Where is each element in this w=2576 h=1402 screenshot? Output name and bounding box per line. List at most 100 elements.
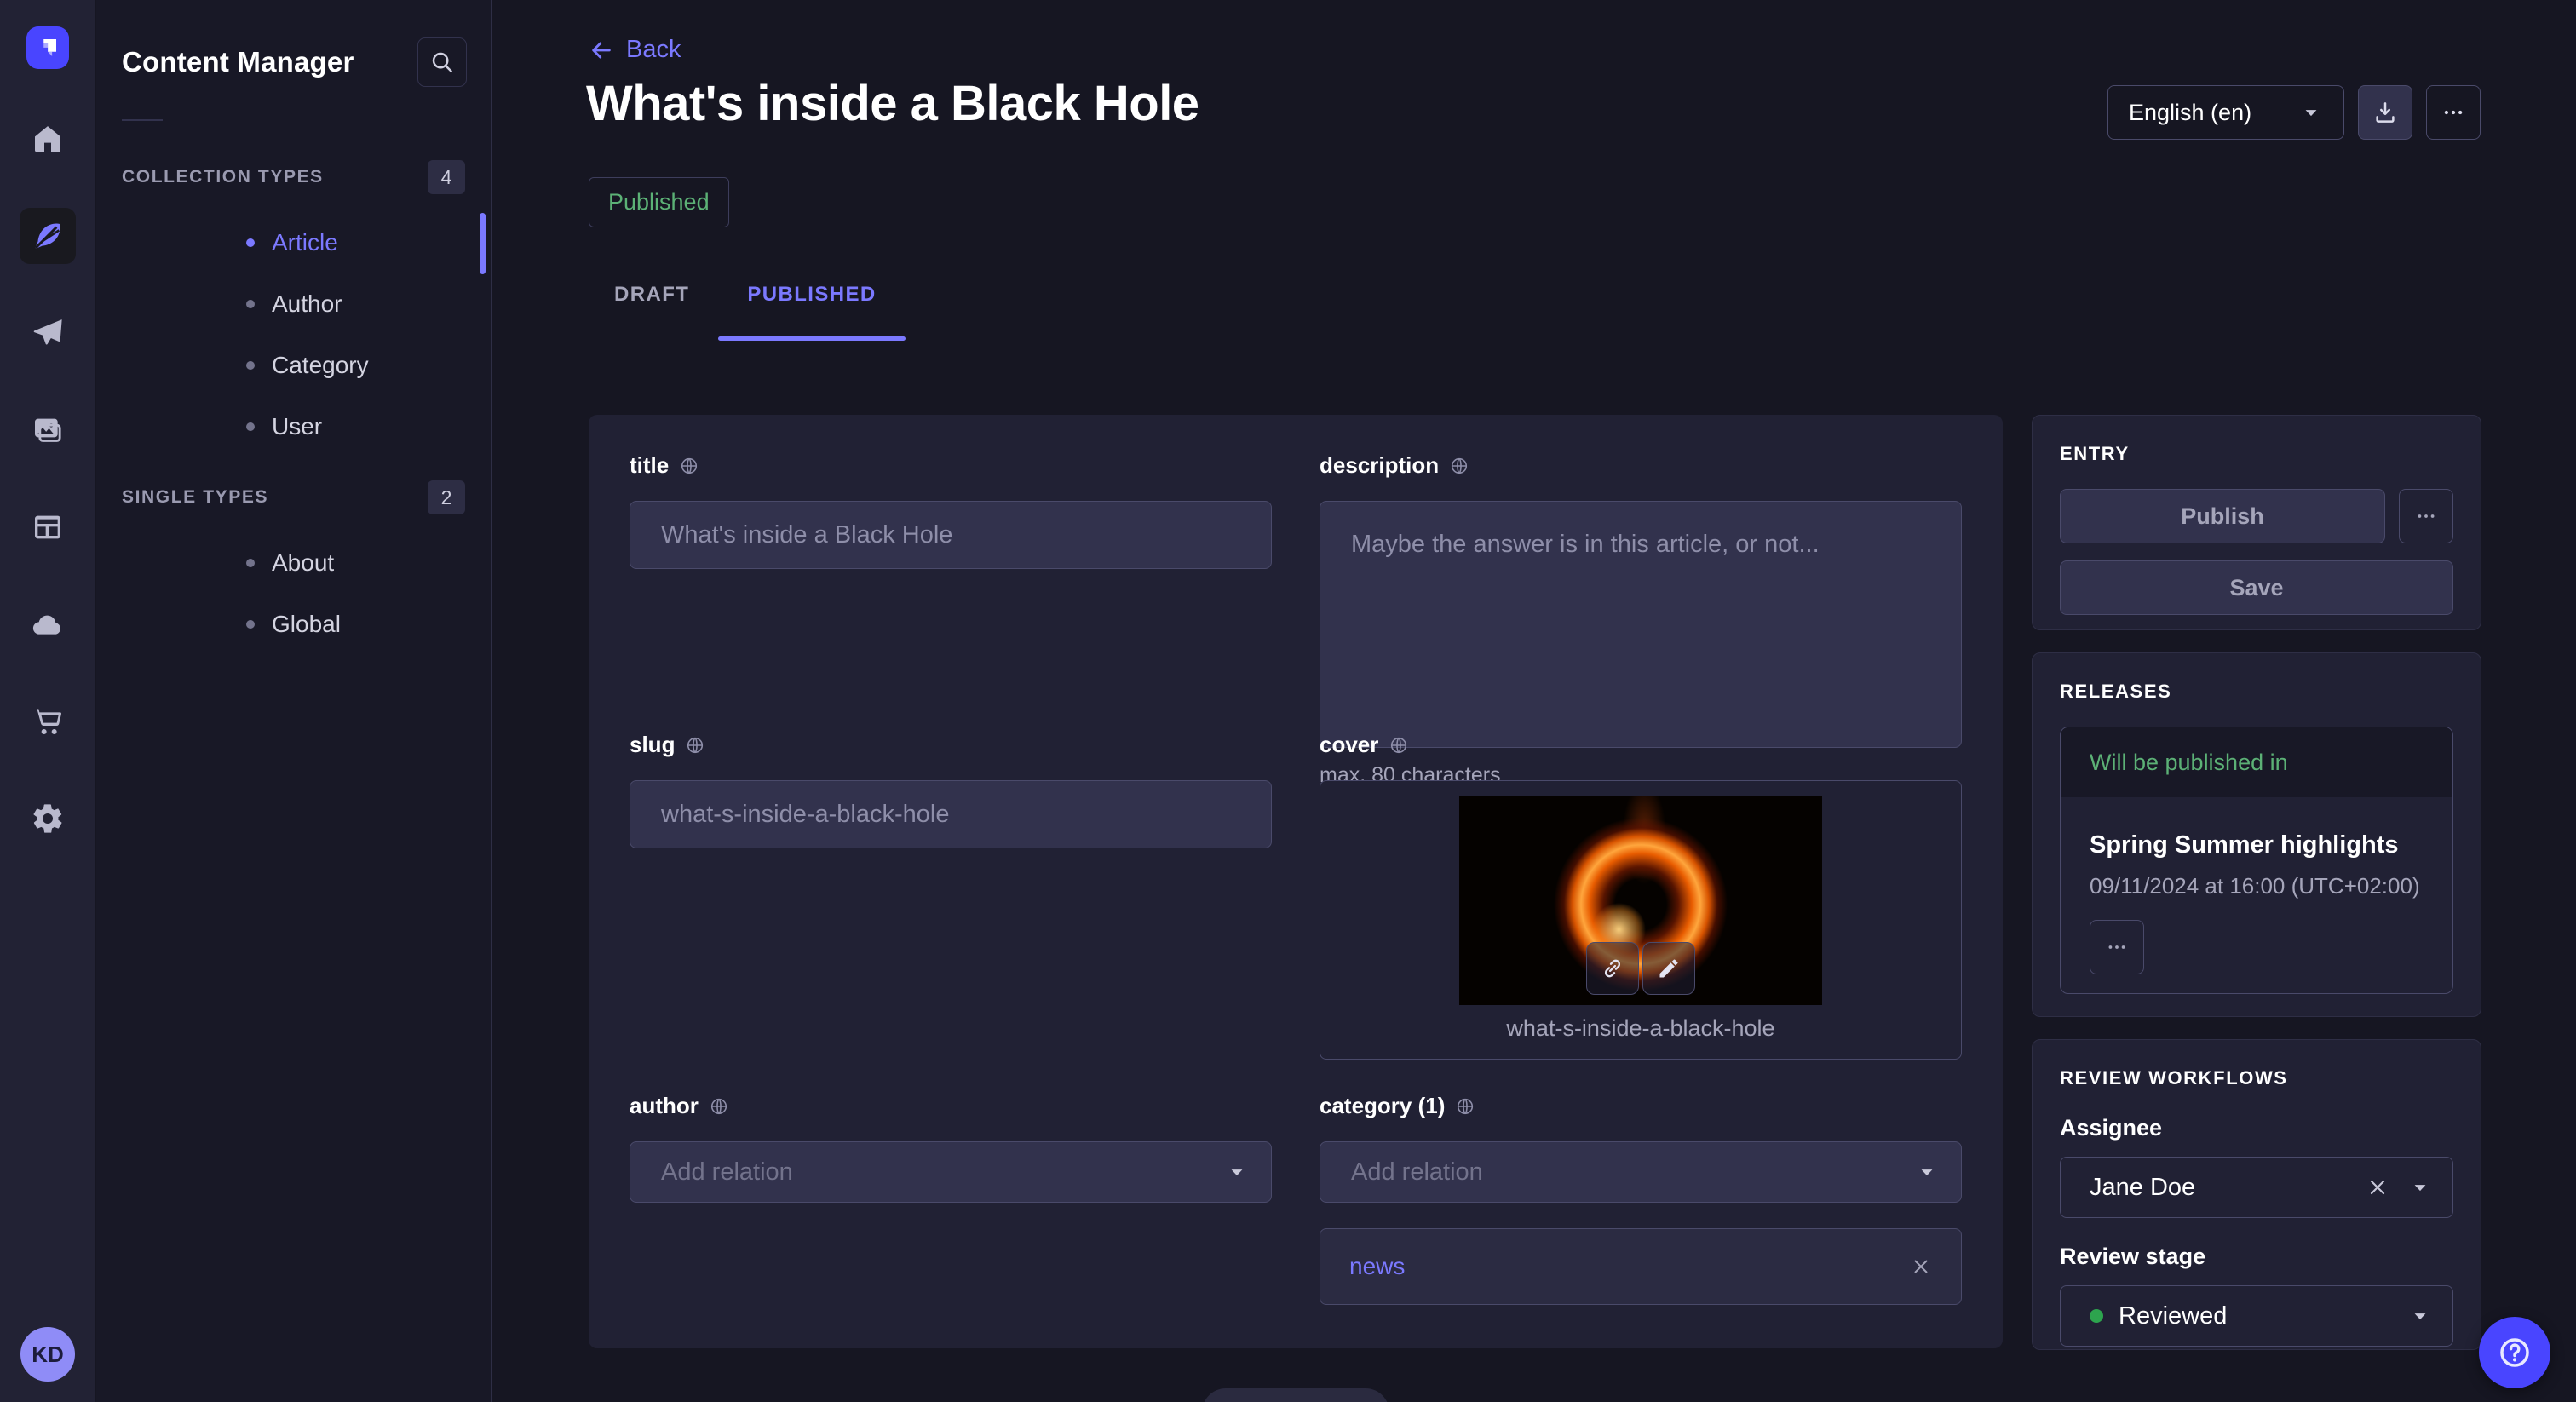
- section-single-types: SINGLE TYPES 2: [122, 480, 465, 514]
- description-textarea[interactable]: Maybe the answer is in this article, or …: [1320, 501, 1962, 748]
- publish-button[interactable]: Publish: [2060, 489, 2385, 543]
- chevron-down-icon: [1225, 1160, 1249, 1184]
- slug-input-value: what-s-inside-a-black-hole: [661, 801, 949, 829]
- release-status: Will be published in: [2061, 727, 2452, 797]
- field-label: category (1): [1320, 1093, 1445, 1119]
- author-relation-select[interactable]: Add relation: [630, 1141, 1272, 1203]
- nav-marketplace-button[interactable]: [20, 693, 76, 750]
- nav-home-button[interactable]: [20, 111, 76, 167]
- search-button[interactable]: [417, 37, 467, 87]
- edit-form-card: title What's inside a Black Hole descrip…: [589, 415, 2003, 1348]
- pencil-icon: [1657, 957, 1681, 980]
- remove-relation-button[interactable]: [1910, 1255, 1932, 1278]
- tab-draft[interactable]: DRAFT: [585, 271, 718, 341]
- sidebar-item-about[interactable]: About: [96, 533, 491, 593]
- sidebar-item-user[interactable]: User: [96, 397, 491, 457]
- gear-settings-icon: [31, 802, 65, 836]
- release-more-button[interactable]: [2090, 920, 2144, 974]
- back-label: Back: [626, 36, 681, 64]
- field-label: slug: [630, 732, 675, 758]
- collapsed-bottom-pill: [1202, 1388, 1389, 1402]
- entry-more-button[interactable]: [2399, 489, 2453, 543]
- sidebar-item-category[interactable]: Category: [96, 336, 491, 395]
- assignee-label: Assignee: [2060, 1115, 2453, 1141]
- relation-link-news[interactable]: news: [1349, 1253, 1405, 1280]
- review-stage-select[interactable]: Reviewed: [2060, 1285, 2453, 1347]
- stage-status-dot: [2090, 1309, 2103, 1323]
- slug-input[interactable]: what-s-inside-a-black-hole: [630, 780, 1272, 848]
- cover-image-black-hole: [1459, 796, 1822, 1005]
- ellipsis-icon: [2414, 504, 2438, 528]
- cover-media-card: what-s-inside-a-black-hole: [1320, 780, 1962, 1060]
- nav-media-library-button[interactable]: [20, 402, 76, 458]
- field-title: title What's inside a Black Hole: [630, 452, 1272, 569]
- tab-published[interactable]: PUBLISHED: [718, 271, 905, 341]
- globe-i18n-icon: [1455, 1096, 1475, 1117]
- save-button[interactable]: Save: [2060, 560, 2453, 615]
- link-icon: [1601, 957, 1624, 980]
- review-stage-label: Review stage: [2060, 1244, 2453, 1270]
- clear-assignee-button[interactable]: [2366, 1175, 2389, 1199]
- sidebar-item-label: Author: [272, 290, 342, 318]
- tab-label: PUBLISHED: [747, 283, 876, 307]
- export-button[interactable]: [2358, 85, 2412, 140]
- layout-builder-icon: [31, 510, 65, 544]
- close-icon: [2366, 1175, 2389, 1199]
- category-relation-select[interactable]: Add relation: [1320, 1141, 1962, 1203]
- description-value: Maybe the answer is in this article, or …: [1351, 531, 1820, 558]
- section-label: COLLECTION TYPES: [122, 167, 324, 187]
- bullet-icon: [246, 361, 255, 370]
- field-label: author: [630, 1093, 699, 1119]
- arrow-left-icon: [589, 37, 614, 63]
- user-avatar[interactable]: KD: [20, 1327, 75, 1382]
- strapi-logo[interactable]: [26, 26, 69, 69]
- cover-image-actions: [1586, 942, 1695, 995]
- bullet-icon: [246, 422, 255, 431]
- header-controls: English (en): [2107, 85, 2481, 140]
- sidebar-title: Content Manager: [122, 46, 354, 78]
- sidebar-item-global[interactable]: Global: [96, 595, 491, 654]
- locale-value: English (en): [2129, 100, 2251, 126]
- strapi-logo-icon: [35, 35, 60, 60]
- select-placeholder: Add relation: [1351, 1158, 1483, 1187]
- main-content: Back What's inside a Black Hole Publishe…: [492, 0, 2576, 1402]
- chevron-down-icon: [2299, 101, 2323, 124]
- tab-label: DRAFT: [614, 283, 689, 307]
- nav-releases-button[interactable]: [20, 305, 76, 361]
- releases-panel: RELEASES Will be published in Spring Sum…: [2032, 652, 2481, 1017]
- sidebar-item-label: User: [272, 413, 322, 440]
- field-label: cover: [1320, 732, 1378, 758]
- field-author: author Add relation: [630, 1093, 1272, 1203]
- globe-i18n-icon: [685, 735, 705, 756]
- section-count-badge: 2: [428, 480, 465, 514]
- cover-caption: what-s-inside-a-black-hole: [1320, 1015, 1961, 1042]
- section-collection-types: COLLECTION TYPES 4: [122, 160, 465, 194]
- nav-cloud-button[interactable]: [20, 596, 76, 652]
- back-link[interactable]: Back: [589, 36, 681, 64]
- paper-plane-icon: [31, 316, 65, 350]
- nav-content-manager-button[interactable]: [20, 208, 76, 264]
- help-button[interactable]: [2479, 1317, 2550, 1388]
- sidebar-item-label: Category: [272, 352, 369, 379]
- sidebar-item-article[interactable]: Article: [96, 213, 491, 273]
- bullet-icon: [246, 238, 255, 247]
- globe-i18n-icon: [1449, 456, 1469, 476]
- release-card: Will be published in Spring Summer highl…: [2060, 727, 2453, 994]
- sidebar-item-label: About: [272, 549, 334, 577]
- title-input[interactable]: What's inside a Black Hole: [630, 501, 1272, 569]
- section-count-badge: 4: [428, 160, 465, 194]
- release-date: 09/11/2024 at 16:00 (UTC+02:00): [2090, 873, 2424, 899]
- more-options-button[interactable]: [2426, 85, 2481, 140]
- avatar-initials: KD: [32, 1342, 64, 1368]
- copy-link-button[interactable]: [1586, 942, 1639, 995]
- assignee-select[interactable]: Jane Doe: [2060, 1157, 2453, 1218]
- edit-image-button[interactable]: [1642, 942, 1695, 995]
- media-pictures-icon: [31, 413, 65, 447]
- locale-select[interactable]: English (en): [2107, 85, 2344, 140]
- cloud-icon: [31, 607, 65, 641]
- sidebar: Content Manager COLLECTION TYPES 4 Artic…: [96, 0, 492, 1402]
- nav-settings-button[interactable]: [20, 790, 76, 847]
- nav-content-type-builder-button[interactable]: [20, 499, 76, 555]
- status-badge: Published: [589, 177, 729, 227]
- sidebar-item-author[interactable]: Author: [96, 274, 491, 334]
